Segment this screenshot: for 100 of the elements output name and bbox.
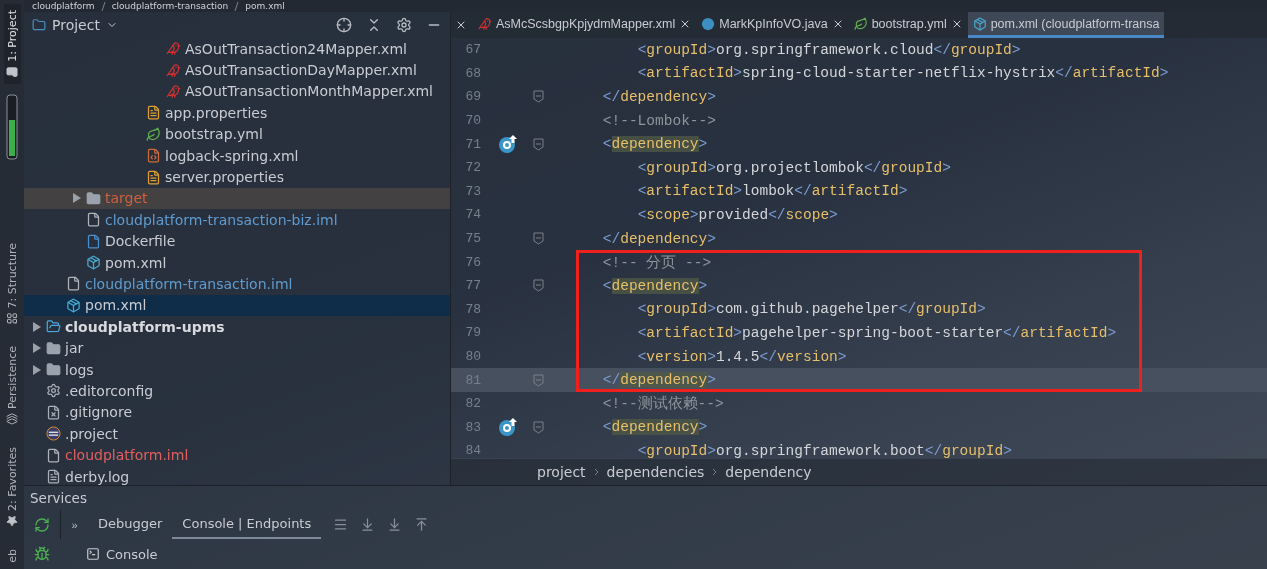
tree-item[interactable]: cloudplatform-transaction.iml [24, 273, 450, 295]
file-icon [146, 105, 161, 121]
tab-label: 1: Project [5, 10, 19, 62]
tree-item[interactable]: pom.xml [24, 251, 450, 274]
breadcrumb-item[interactable]: project [537, 464, 586, 480]
line-number: 71 [464, 136, 481, 152]
panel-tab[interactable]: Console | Endpoints [172, 509, 322, 540]
folder-icon [32, 18, 46, 32]
editor-tab[interactable]: bootstrap.yml [848, 12, 968, 38]
line-number: 73 [464, 183, 481, 199]
breadcrumb-item[interactable]: pom.xml [245, 1, 285, 11]
breadcrumb-item[interactable]: dependency [725, 464, 812, 480]
tree-item[interactable]: cloudplatform-upms [24, 316, 450, 338]
tab-label: Persistence [5, 346, 19, 410]
code-line: <groupId>org.springframework.boot</groupId> [636, 442, 1012, 458]
tool-window-tab[interactable]: 2: Favorites [3, 441, 21, 534]
fold-marker-icon[interactable] [532, 420, 544, 434]
editor-tab[interactable]: MarkKpInfoVO.java [696, 12, 849, 38]
line-number: 72 [464, 160, 481, 176]
code-line: <scope>provided</scope> [636, 206, 838, 223]
tool-window-tab[interactable]: Persistence [3, 340, 21, 432]
tree-item[interactable]: AsOutTransactionDayMapper.xml [24, 59, 450, 81]
tree-item[interactable]: .gitignore [24, 401, 450, 424]
tree-item[interactable]: cloudplatform.iml [24, 444, 450, 466]
breadcrumb-item[interactable]: cloudplatform-transaction [111, 1, 229, 11]
file-name: cloudplatform-transaction.iml [85, 276, 293, 292]
console-item[interactable]: Console [60, 539, 158, 569]
line-number: 69 [464, 89, 481, 105]
file-name: pom.xml [85, 297, 147, 314]
editor-tab[interactable]: AsMcScsbgpKpjydmMapper.xml [473, 12, 697, 38]
tree-item[interactable]: .project [24, 423, 450, 445]
tree-item[interactable]: app.properties [24, 102, 450, 124]
tree-item[interactable]: logback-spring.xml [24, 144, 450, 167]
code-line: <groupId>com.github.pagehelper</groupId> [636, 301, 986, 318]
expand-arrow-icon[interactable] [32, 364, 42, 375]
tab-title: bootstrap.yml [871, 16, 947, 31]
tree-item[interactable]: AsOutTransactionMonthMapper.xml [24, 80, 450, 103]
folder-icon [86, 190, 101, 206]
fold-marker-icon[interactable] [532, 137, 544, 151]
bird-icon [478, 16, 492, 31]
tab-title: MarkKpInfoVO.java [719, 16, 828, 31]
expand-arrow-icon[interactable] [72, 193, 82, 204]
tree-item[interactable]: logs [24, 358, 450, 381]
file-name: jar [65, 340, 84, 357]
refresh-icon[interactable] [34, 516, 50, 533]
fold-marker-icon[interactable] [532, 279, 544, 293]
tab-title: pom.xml (cloudplatform-transa [990, 16, 1160, 31]
file-icon [46, 404, 61, 420]
file-name: server.properties [165, 169, 284, 186]
file-name: .gitignore [65, 404, 132, 421]
breadcrumb-item[interactable]: dependencies [606, 464, 705, 480]
close-icon[interactable] [455, 19, 467, 31]
more-tabs-button[interactable]: » [60, 509, 88, 540]
tool-window-tab[interactable]: 1: Project [3, 4, 21, 84]
fold-marker-icon[interactable] [532, 90, 544, 104]
line-number: 83 [464, 419, 481, 435]
tree-item[interactable]: bootstrap.yml [24, 123, 450, 145]
file-icon [86, 212, 101, 228]
chevron-icon [593, 468, 599, 476]
expand-arrow-icon[interactable] [32, 321, 42, 332]
tree-item[interactable]: Dockerfile [24, 230, 450, 252]
tree-item[interactable]: pom.xml [24, 294, 450, 317]
breadcrumb-item[interactable]: cloudplatform [32, 1, 95, 11]
bug-icon[interactable] [34, 546, 50, 563]
package-icon [972, 16, 987, 31]
file-name: target [105, 190, 148, 207]
tree-item[interactable]: AsOutTransaction24Mapper.xml [24, 38, 450, 60]
menu-icon[interactable] [333, 517, 349, 533]
bird-icon [166, 83, 181, 99]
code-line: <!--Lombok--> [601, 112, 716, 129]
tree-item[interactable]: .editorconfig [24, 380, 450, 402]
tool-window-tab[interactable]: eb [3, 543, 21, 569]
code-line: <groupId>org.springframework.cloud</groupId> [636, 41, 1021, 58]
code-line: <groupId>org.projectlombok</groupId> [636, 159, 951, 176]
fold-marker-icon[interactable] [532, 232, 544, 246]
project-view-dropdown[interactable]: Project [32, 17, 118, 33]
panel-tab[interactable]: Debugger [88, 509, 173, 540]
editor-tab[interactable]: pom.xml (cloudplatform-transa [967, 12, 1165, 38]
tab-title: AsMcScsbgpKpjydmMapper.xml [496, 16, 676, 31]
code-line: <!--测试依赖--> [601, 394, 724, 414]
file-name: AsOutTransactionMonthMapper.xml [185, 83, 433, 100]
module-folder-icon [46, 319, 61, 335]
code-line: <!-- 分页 --> [601, 253, 712, 272]
tree-item[interactable]: derby.log [24, 465, 450, 485]
chevron-icon [712, 468, 718, 476]
fold-marker-icon[interactable] [532, 373, 544, 387]
settings-icon[interactable] [396, 17, 412, 33]
separator-icon [234, 1, 240, 11]
tree-item[interactable]: jar [24, 337, 450, 359]
tree-item[interactable]: cloudplatform-transaction-biz.iml [24, 209, 450, 231]
code-line: </dependency> [601, 372, 716, 389]
line-number: 79 [464, 325, 481, 341]
line-number: 75 [464, 231, 481, 247]
tree-item[interactable]: server.properties [24, 166, 450, 188]
file-name: bootstrap.yml [165, 126, 263, 143]
line-number: 82 [464, 396, 481, 412]
tool-window-tab[interactable]: 7: Structure [3, 237, 21, 331]
expand-arrow-icon[interactable] [32, 343, 42, 354]
file-name: pom.xml [105, 254, 167, 271]
crosshair-icon[interactable] [336, 17, 352, 33]
